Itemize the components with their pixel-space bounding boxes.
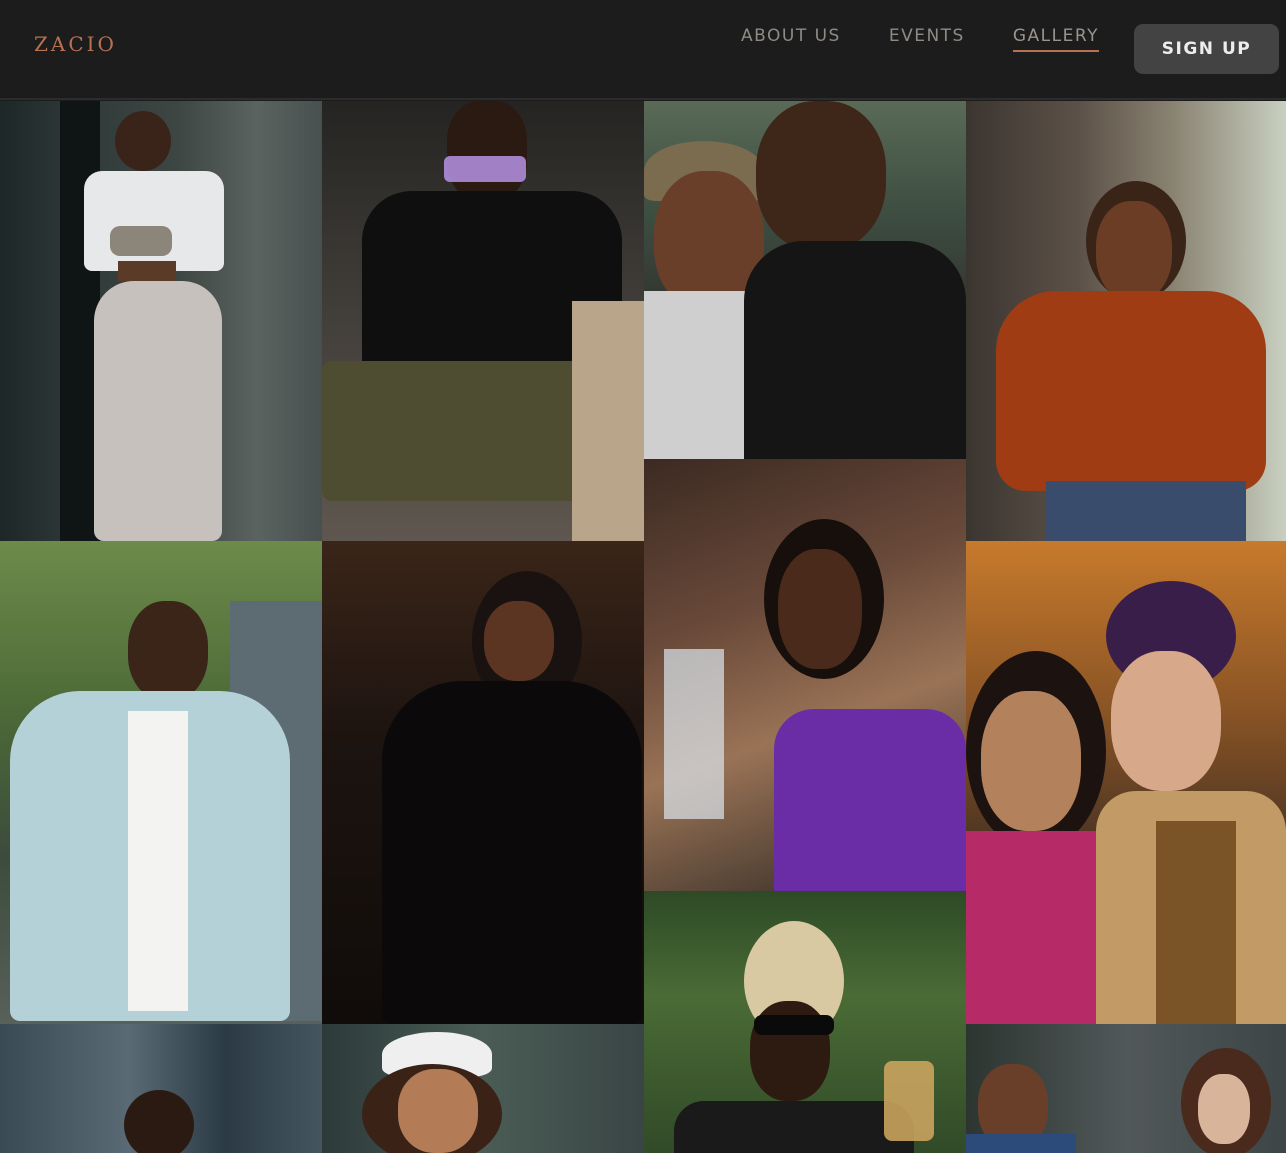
gallery-photo-two-men-smiling[interactable] bbox=[644, 101, 966, 459]
gallery-photo-man-blue-jacket[interactable] bbox=[0, 541, 322, 1024]
gallery-photo-two-women-bar[interactable] bbox=[966, 541, 1286, 1024]
gallery-photo-woman-purple-dress[interactable] bbox=[644, 459, 966, 891]
gallery-photo-woman-white-cap[interactable] bbox=[322, 1024, 644, 1153]
photo-gallery-grid bbox=[0, 101, 1286, 1153]
gallery-photo-woman-blonde-braids[interactable] bbox=[644, 891, 966, 1153]
top-navigation-bar: ZACIO ABOUT US EVENTS GALLERY SIGN UP bbox=[0, 0, 1286, 100]
zacio-logo[interactable]: ZACIO bbox=[34, 32, 117, 56]
nav-link-about-us[interactable]: ABOUT US bbox=[741, 26, 841, 52]
nav-link-events[interactable]: EVENTS bbox=[889, 26, 965, 52]
gallery-photo-woman-black-fur[interactable] bbox=[322, 541, 644, 1024]
gallery-photo-man-purple-glasses[interactable] bbox=[322, 101, 644, 541]
gallery-photo-woman-sunglasses[interactable] bbox=[0, 1024, 322, 1153]
sign-up-button[interactable]: SIGN UP bbox=[1134, 24, 1279, 74]
gallery-photo-woman-rust-top[interactable] bbox=[966, 101, 1286, 541]
gallery-photo-woman-white-skirt[interactable] bbox=[0, 101, 322, 541]
nav-link-gallery[interactable]: GALLERY bbox=[1012, 26, 1099, 52]
gallery-photo-man-and-woman-outdoors[interactable] bbox=[966, 1024, 1286, 1153]
main-nav: ABOUT US EVENTS GALLERY bbox=[741, 26, 1147, 52]
